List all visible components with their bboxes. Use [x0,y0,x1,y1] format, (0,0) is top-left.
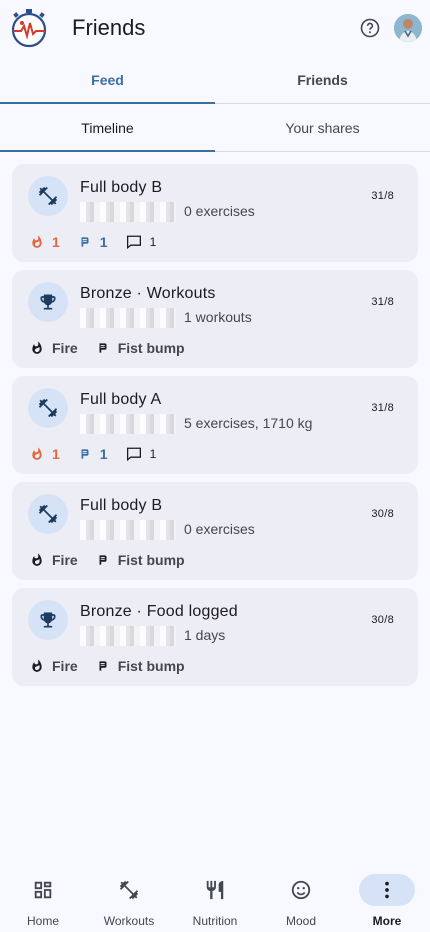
fire-button[interactable]: Fire [30,340,78,356]
nav-label: Workouts [103,914,155,928]
comment-button[interactable]: 1 [126,447,157,461]
card-title: Full body A [80,391,162,408]
fist-bump-icon [99,343,107,353]
fire-icon [32,553,42,566]
feed-card[interactable]: Bronze · Food logged 30/8 1 days Fire Fi… [12,588,418,686]
card-subtitle: 1 days [184,627,226,643]
dumbbell-icon [101,874,157,906]
card-date: 31/8 [371,296,394,308]
fire-label: Fire [52,552,78,568]
utensils-icon [187,874,243,906]
fist-bump-icon [81,237,89,247]
fist-bump-label: Fist bump [117,340,185,356]
trophy-icon [28,600,68,640]
fist-bump-label: Fist bump [117,552,185,568]
fire-icon [32,341,42,354]
card-actions: 1 1 1 [30,446,174,462]
nav-label: More [372,914,402,928]
avatar[interactable] [394,14,422,42]
nav-label: Home [26,914,59,928]
card-actions: Fire Fist bump [30,340,203,356]
comment-button[interactable]: 1 [126,235,157,249]
fist-bump-icon [99,555,107,565]
blurred-username [80,414,176,434]
blurred-username [80,520,176,540]
comment-count: 1 [149,447,157,461]
fire-label: Fire [52,658,78,674]
comment-count: 1 [149,235,157,249]
card-date: 30/8 [371,508,394,520]
fire-label: Fire [52,340,78,356]
fist-bump-icon [81,449,89,459]
card-actions: 1 1 1 [30,234,174,250]
fire-button[interactable]: Fire [30,552,78,568]
blurred-username [80,626,176,646]
card-subtitle: 0 exercises [184,521,255,537]
app-logo-icon [8,7,50,49]
primary-tabs: Feed Friends [0,56,430,104]
card-date: 31/8 [371,190,394,202]
blurred-username [80,202,176,222]
fire-icon [32,235,42,248]
help-icon[interactable] [358,16,382,40]
trophy-icon [28,282,68,322]
dumbbell-icon [28,388,68,428]
nav-label: Mood [285,914,317,928]
fire-icon [32,659,42,672]
nav-more[interactable]: More [344,864,430,932]
card-date: 31/8 [371,402,394,414]
tab-feed[interactable]: Feed [0,56,215,104]
card-title: Bronze · Food logged [80,603,238,620]
feed-list: Full body B 31/8 0 exercises 1 1 1 Bronz… [12,164,418,694]
card-title: Full body B [80,179,163,196]
feed-card[interactable]: Full body B 31/8 0 exercises 1 1 1 [12,164,418,262]
feed-card[interactable]: Full body A 31/8 5 exercises, 1710 kg 1 … [12,376,418,474]
card-date: 30/8 [371,614,394,626]
nav-label: Nutrition [192,914,238,928]
fist-bump-button[interactable]: Fist bump [96,552,185,568]
comment-icon [126,235,141,249]
page-title: Friends [72,15,146,40]
card-actions: Fire Fist bump [30,658,203,674]
card-subtitle: 0 exercises [184,203,255,219]
dumbbell-icon [28,176,68,216]
fist-bump-button[interactable]: Fist bump [96,340,185,356]
card-subtitle: 1 workouts [184,309,252,325]
nav-workouts[interactable]: Workouts [86,864,172,932]
dashboard-icon [15,874,71,906]
fist-bump-button[interactable]: 1 [78,446,108,462]
feed-card[interactable]: Full body B 30/8 0 exercises Fire Fist b… [12,482,418,580]
bump-count: 1 [99,234,108,250]
fist-bump-button[interactable]: Fist bump [96,658,185,674]
nav-home[interactable]: Home [0,864,86,932]
card-actions: Fire Fist bump [30,552,203,568]
more-vertical-icon [359,874,415,906]
tab-your-shares[interactable]: Your shares [215,104,430,151]
app-bar: Friends [0,0,430,56]
fire-count: 1 [52,234,60,250]
blurred-username [80,308,176,328]
fire-button[interactable]: 1 [30,446,60,462]
fire-button[interactable]: 1 [30,234,60,250]
nav-mood[interactable]: Mood [258,864,344,932]
bottom-navigation: Home Workouts Nutrition Mood More [0,864,430,932]
fire-icon [32,447,42,460]
bump-count: 1 [99,446,108,462]
tab-friends[interactable]: Friends [215,56,430,103]
comment-icon [126,447,141,461]
fist-bump-button[interactable]: 1 [78,234,108,250]
fist-bump-label: Fist bump [117,658,185,674]
card-title: Full body B [80,497,163,514]
dumbbell-icon [28,494,68,534]
fire-button[interactable]: Fire [30,658,78,674]
tab-timeline[interactable]: Timeline [0,104,215,152]
secondary-tabs: Timeline Your shares [0,104,430,152]
fire-count: 1 [52,446,60,462]
fist-bump-icon [99,661,107,671]
card-title: Bronze · Workouts [80,285,216,302]
feed-card[interactable]: Bronze · Workouts 31/8 1 workouts Fire F… [12,270,418,368]
smiley-icon [273,874,329,906]
card-subtitle: 5 exercises, 1710 kg [184,415,313,431]
nav-nutrition[interactable]: Nutrition [172,864,258,932]
